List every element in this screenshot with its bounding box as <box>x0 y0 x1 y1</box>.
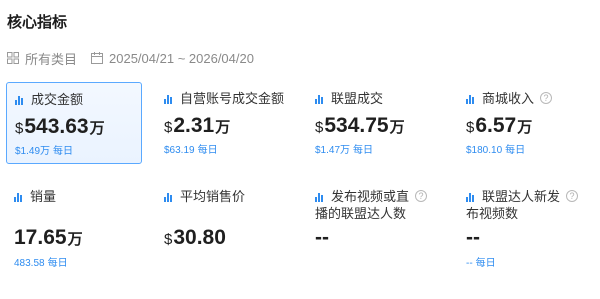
metric-value: $534.75万 <box>315 114 405 137</box>
metric-daily: -- 每日 <box>466 258 496 269</box>
category-filter[interactable]: 所有类目 <box>25 49 77 68</box>
bar-chart-icon <box>466 191 477 202</box>
bar-chart-icon <box>14 191 25 202</box>
metric-card-sales-volume[interactable]: 销量 17.65万 483.58 每日 <box>6 180 142 270</box>
metric-label: 成交金额 <box>31 92 84 107</box>
metric-label: 销量 <box>30 189 57 204</box>
metric-card-affiliate-gmv[interactable]: 联盟成交 $534.75万 $1.47万 每日 <box>307 82 443 164</box>
metric-value: $543.63万 <box>15 115 105 138</box>
metric-daily: $63.19 每日 <box>164 145 218 156</box>
metric-card-avg-price[interactable]: 平均销售价 $30.80 <box>156 180 292 270</box>
help-icon[interactable]: ? <box>540 92 553 104</box>
metric-label: 平均销售价 <box>180 189 246 204</box>
metric-value: -- <box>315 226 329 249</box>
metric-card-own-account-gmv[interactable]: 自营账号成交金额 $2.31万 $63.19 每日 <box>156 82 292 164</box>
metric-value: $30.80 <box>164 226 226 249</box>
metric-label: 联盟成交 <box>331 91 384 106</box>
calendar-icon <box>91 52 104 64</box>
metric-card-affiliate-creators-posting[interactable]: 发布视频或直 ? 播的联盟达人数 -- <box>307 180 447 270</box>
metric-daily: 483.58 每日 <box>14 258 68 269</box>
metric-label: 联盟达人新发 <box>482 189 561 204</box>
metric-card-affiliate-new-videos[interactable]: 联盟达人新发 ? 布视频数 -- -- 每日 <box>458 180 598 270</box>
metric-value: $2.31万 <box>164 114 231 137</box>
metric-daily: $1.47万 每日 <box>315 145 374 156</box>
date-range-picker[interactable]: 2025/04/21 ~ 2026/04/20 <box>109 51 254 66</box>
metric-daily: $1.49万 每日 <box>15 146 74 157</box>
bar-chart-icon <box>164 191 175 202</box>
metric-label-line2: 布视频数 <box>466 206 519 221</box>
metric-daily: $180.10 每日 <box>466 145 526 156</box>
filter-bar: 所有类目 2025/04/21 ~ 2026/04/20 <box>7 49 254 68</box>
section-title: 核心指标 <box>7 14 68 31</box>
metric-label: 商城收入 <box>482 91 535 106</box>
category-grid-icon <box>7 52 19 64</box>
help-icon[interactable]: ? <box>566 190 579 202</box>
metric-card-mall-revenue[interactable]: 商城收入 ? $6.57万 $180.10 每日 <box>458 82 594 164</box>
metric-value: 17.65万 <box>14 226 83 249</box>
bar-chart-icon <box>15 94 26 105</box>
metric-value: -- <box>466 226 480 249</box>
bar-chart-icon <box>466 93 477 104</box>
metric-value: $6.57万 <box>466 114 533 137</box>
bar-chart-icon <box>315 93 326 104</box>
help-icon[interactable]: ? <box>415 190 428 202</box>
metric-label: 发布视频或直 <box>331 189 410 204</box>
metric-label: 自营账号成交金额 <box>180 91 285 106</box>
metric-card-gmv[interactable]: 成交金额 $543.63万 $1.49万 每日 <box>6 82 142 164</box>
bar-chart-icon <box>164 93 175 104</box>
bar-chart-icon <box>315 191 326 202</box>
metric-label-line2: 播的联盟达人数 <box>315 206 407 221</box>
